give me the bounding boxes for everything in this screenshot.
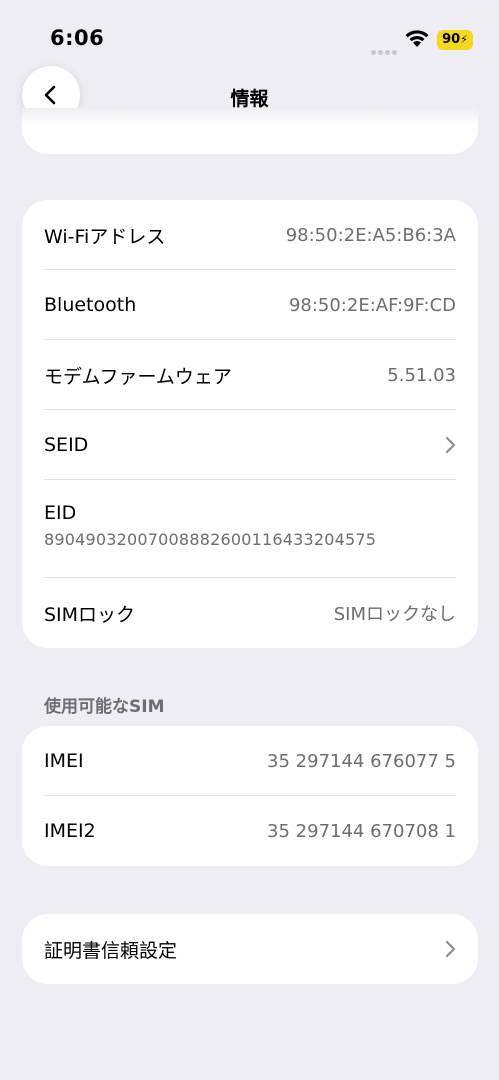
row-label: IMEI2 <box>44 820 96 842</box>
wifi-address-row: Wi-Fiアドレス 98:50:2E:A5:B6:3A <box>22 200 478 270</box>
battery-icon: 90⚡ <box>437 30 473 50</box>
bluetooth-row: Bluetooth 98:50:2E:AF:9F:CD <box>22 270 478 340</box>
row-value: 98:50:2E:A5:B6:3A <box>285 224 456 246</box>
status-time: 6:06 <box>50 26 105 50</box>
previous-card <box>22 108 478 154</box>
row-value: 35 297144 670708 1 <box>267 820 456 842</box>
network-info-card: Wi-Fiアドレス 98:50:2E:A5:B6:3A Bluetooth 98… <box>22 200 478 648</box>
row-label: SIMロック <box>44 603 136 626</box>
status-bar: 6:06 90⚡ <box>0 0 499 70</box>
row-label: モデムファームウェア <box>44 365 232 388</box>
row-value: 98:50:2E:AF:9F:CD <box>288 294 456 316</box>
cellular-signal-icon <box>371 40 401 55</box>
certificate-trust-card: 証明書信頼設定 <box>22 914 478 984</box>
seid-row[interactable]: SEID <box>22 410 478 480</box>
sim-card: IMEI 35 297144 676077 5 IMEI2 35 297144 … <box>22 726 478 866</box>
chevron-right-icon <box>445 436 456 454</box>
row-value: 89049032007008882600116433204575 <box>44 530 377 549</box>
row-value: 35 297144 676077 5 <box>267 750 456 772</box>
chevron-right-icon <box>445 940 456 958</box>
row-label: EID <box>44 502 77 524</box>
row-value: 5.51.03 <box>387 364 456 386</box>
row-label: SEID <box>44 434 89 456</box>
row-label: 証明書信頼設定 <box>44 939 178 962</box>
eid-row: EID 89049032007008882600116433204575 <box>22 480 478 578</box>
row-label: Bluetooth <box>44 294 137 316</box>
row-label: Wi-Fiアドレス <box>44 225 166 248</box>
certificate-trust-row[interactable]: 証明書信頼設定 <box>22 914 478 984</box>
sim-lock-row: SIMロック SIMロックなし <box>22 578 478 648</box>
imei2-row: IMEI2 35 297144 670708 1 <box>22 796 478 866</box>
row-value: SIMロックなし <box>333 604 456 625</box>
section-header: 使用可能なSIM <box>44 697 165 717</box>
row-label: IMEI <box>44 750 84 772</box>
modem-firmware-row: モデムファームウェア 5.51.03 <box>22 340 478 410</box>
imei-row: IMEI 35 297144 676077 5 <box>22 726 478 796</box>
wifi-icon <box>405 30 429 47</box>
battery-level: 90 <box>442 32 461 47</box>
page-title: 情報 <box>230 88 269 110</box>
